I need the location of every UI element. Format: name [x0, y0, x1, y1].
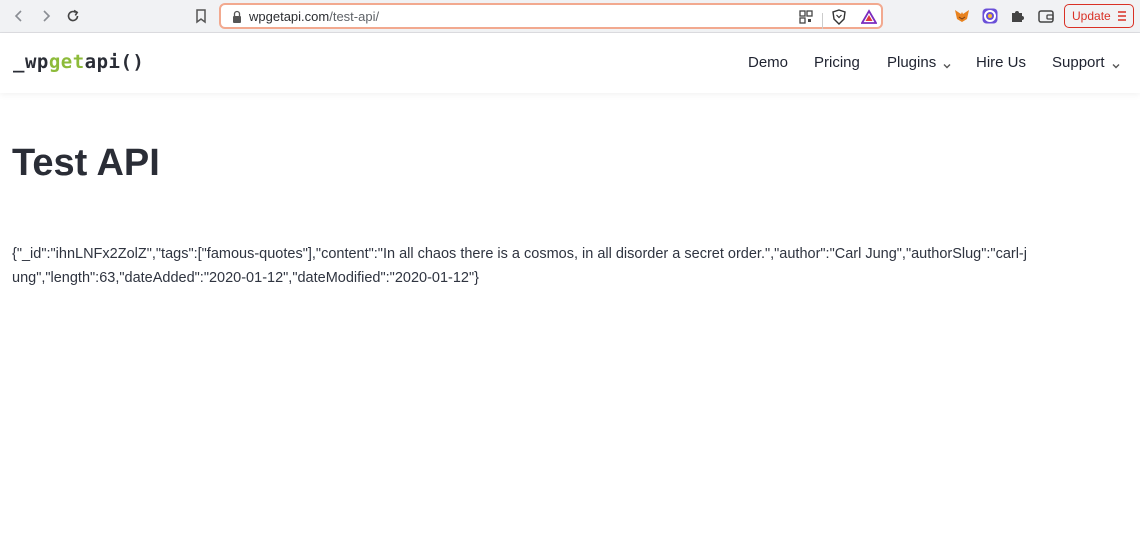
- logo-suffix: api(): [84, 51, 145, 73]
- browser-toolbar: wpgetapi.com/test-api/ Update: [0, 0, 1140, 33]
- url-domain: wpgetapi.com: [249, 9, 330, 24]
- brave-shield-icon[interactable]: [831, 9, 847, 25]
- nav-demo-label: Demo: [748, 54, 789, 71]
- chevron-down-icon: [942, 58, 952, 68]
- puzzle-icon[interactable]: [1008, 7, 1026, 25]
- api-response-text: {"_id":"ihnLNFx2ZolZ","tags":["famous-qu…: [12, 246, 1027, 286]
- nav-pricing-label: Pricing: [814, 54, 860, 71]
- wallet-icon[interactable]: [1037, 7, 1055, 25]
- address-bar[interactable]: wpgetapi.com/test-api/: [219, 3, 883, 29]
- page-title: Test API: [12, 142, 160, 184]
- reload-icon[interactable]: [64, 7, 82, 25]
- update-label: Update: [1072, 9, 1111, 23]
- update-button[interactable]: Update: [1064, 4, 1134, 28]
- nav-support[interactable]: Support: [1052, 54, 1121, 71]
- chevron-down-icon: [1111, 58, 1121, 68]
- url-path: /test-api/: [329, 9, 380, 24]
- address-separator: [822, 13, 823, 29]
- nav-hire-us[interactable]: Hire Us: [976, 54, 1026, 71]
- logo-prefix: _wp: [13, 51, 49, 73]
- brave-rewards-icon[interactable]: [860, 9, 878, 25]
- nav-demo[interactable]: Demo: [748, 54, 788, 71]
- qr-grid-icon[interactable]: [798, 9, 814, 25]
- nav-pricing[interactable]: Pricing: [814, 54, 860, 71]
- bookmark-icon[interactable]: [192, 7, 210, 25]
- nav-support-label: Support: [1052, 54, 1105, 71]
- nav-plugins-label: Plugins: [887, 54, 937, 71]
- site-header: _wpgetapi() Demo Pricing Plugins Hire Us…: [0, 33, 1140, 93]
- url-text: wpgetapi.com/test-api/: [249, 9, 379, 24]
- nav-hire-us-label: Hire Us: [976, 54, 1027, 71]
- color-ext-icon[interactable]: [981, 7, 999, 25]
- menu-icon: [1117, 10, 1127, 22]
- metamask-icon[interactable]: [953, 7, 971, 25]
- nav-plugins[interactable]: Plugins: [887, 54, 952, 71]
- site-logo[interactable]: _wpgetapi(): [13, 51, 144, 73]
- lock-icon: [231, 10, 243, 24]
- back-icon[interactable]: [10, 7, 28, 25]
- logo-middle: get: [48, 51, 85, 73]
- forward-icon[interactable]: [37, 7, 55, 25]
